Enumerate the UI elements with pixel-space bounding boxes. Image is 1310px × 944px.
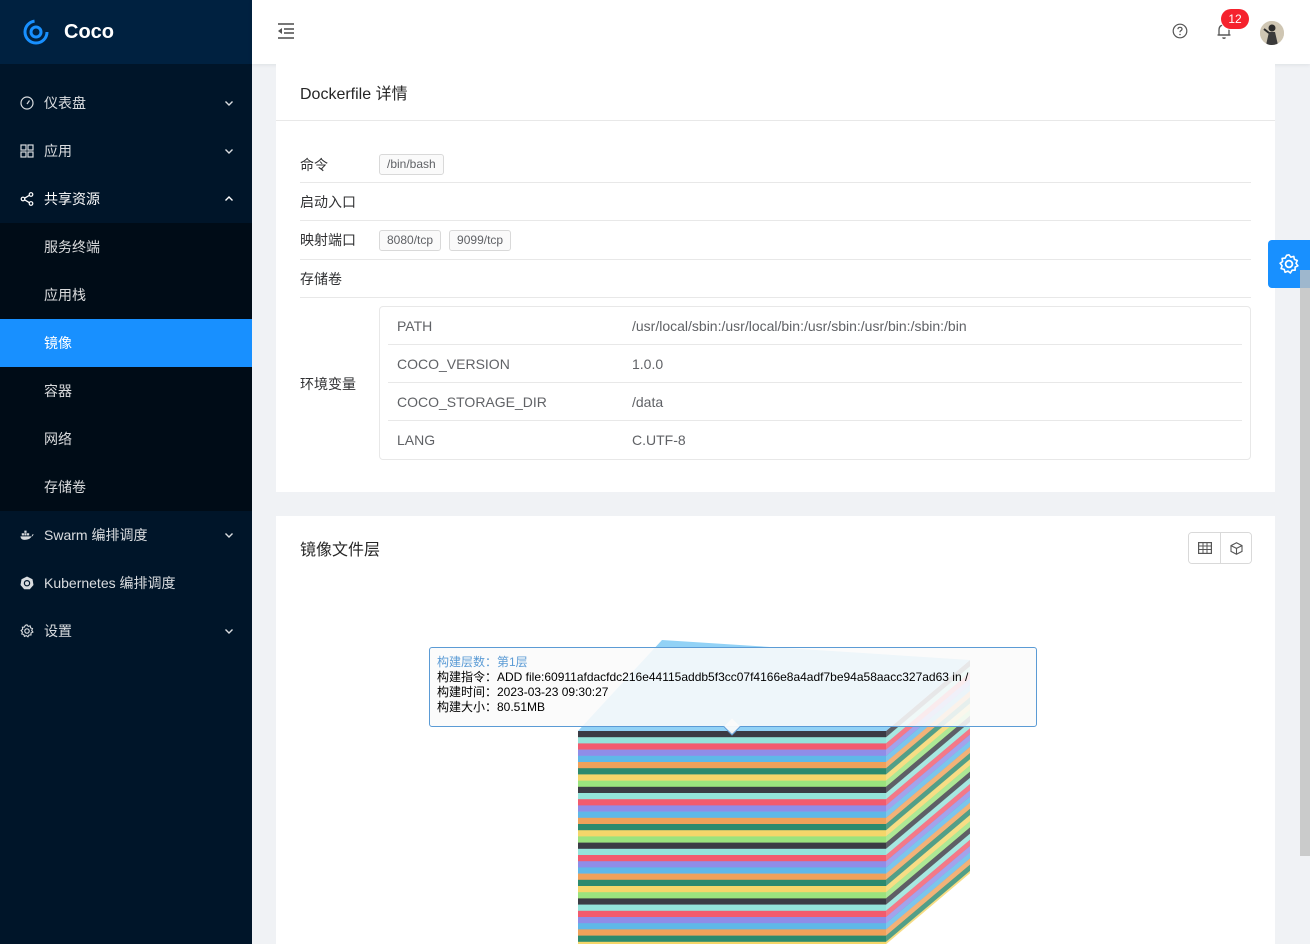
layer-stripe-front[interactable] <box>578 780 886 788</box>
layer-stripe-front[interactable] <box>578 848 886 856</box>
tooltip-cmd: 构建指令：ADD file:60911afdacfdc216e44115addb… <box>437 670 969 684</box>
layer-stripe-front[interactable] <box>578 855 886 862</box>
layer-stripe-front[interactable] <box>578 768 886 775</box>
tooltip-size: 构建大小：80.51MB <box>437 700 546 714</box>
layer-stripe-front[interactable] <box>578 811 886 819</box>
layer-stripe-front[interactable] <box>578 786 886 794</box>
layer-stripe-front[interactable] <box>578 743 886 750</box>
layer-stripe-front[interactable] <box>578 867 886 874</box>
layer-stripe-front[interactable] <box>578 923 886 930</box>
layer-stripe-front[interactable] <box>578 879 886 887</box>
layer-stripe-front[interactable] <box>578 793 886 800</box>
layer-stripe-front[interactable] <box>578 886 886 893</box>
layer-stripe-front[interactable] <box>578 830 886 837</box>
page-scrollbar[interactable] <box>1300 270 1310 856</box>
layer-stripe-front[interactable] <box>578 910 886 918</box>
layer-stripe-front[interactable] <box>578 824 886 831</box>
tooltip-title: 构建层数：第1层 <box>437 655 528 669</box>
layer-stripe-front[interactable] <box>578 762 886 769</box>
layer-stripe-front[interactable] <box>578 929 886 936</box>
layer-stack-3d[interactable] <box>0 0 1310 944</box>
layer-stripe-front[interactable] <box>578 836 886 843</box>
layer-stripe-front[interactable] <box>578 904 886 912</box>
layer-stripe-front[interactable] <box>578 917 886 924</box>
layer-stripe-front[interactable] <box>578 749 886 757</box>
layer-tooltip: 构建层数：第1层 构建指令：ADD file:60911afdacfdc216e… <box>429 647 1037 736</box>
layer-stripe-front[interactable] <box>578 817 886 825</box>
layer-stripe-front[interactable] <box>578 755 886 763</box>
layer-stripe-front[interactable] <box>578 935 886 943</box>
gear-icon <box>1279 254 1299 274</box>
layer-stripe-front[interactable] <box>578 805 886 812</box>
tooltip-time: 构建时间：2023-03-23 09:30:27 <box>437 685 609 699</box>
layer-stripe-front[interactable] <box>578 873 886 881</box>
layer-stripe-front[interactable] <box>578 861 886 868</box>
layer-stripe-front[interactable] <box>578 892 886 899</box>
layer-stripe-front[interactable] <box>578 898 886 905</box>
layer-stripe-front[interactable] <box>578 842 886 850</box>
layer-stripe-front[interactable] <box>578 737 886 744</box>
layer-stripe-front[interactable] <box>578 799 886 806</box>
layer-stripe-front[interactable] <box>578 774 886 781</box>
